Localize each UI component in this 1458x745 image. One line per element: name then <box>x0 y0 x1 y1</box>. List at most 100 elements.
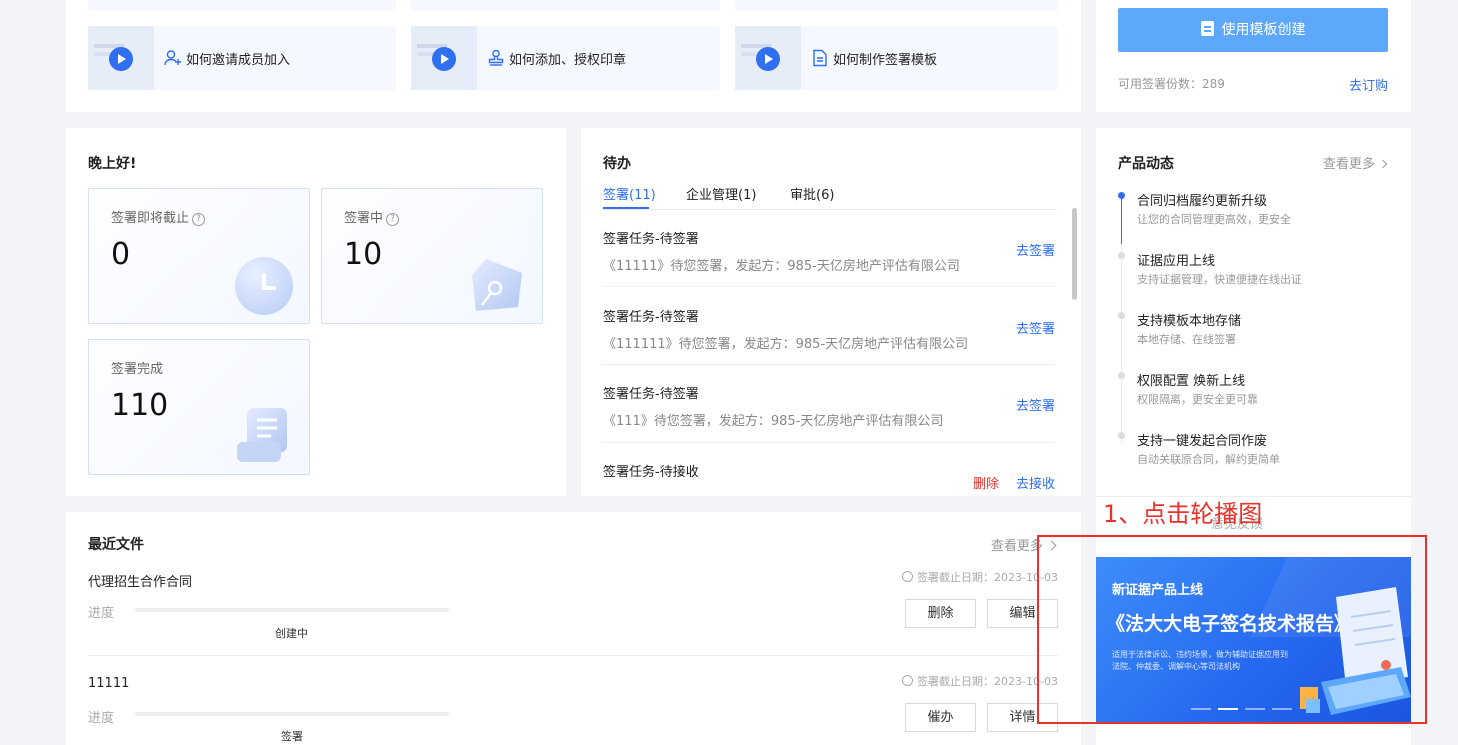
recent-more-label: 查看更多 <box>990 539 1043 554</box>
progress-label: 进度 <box>88 606 115 621</box>
video-label: 如何添加、授权印章 <box>509 53 627 68</box>
todo-item-desc: 《111111》待您签署，发起方：985-天亿房地产评估有限公司 <box>603 337 969 352</box>
use-template-label: 使用模板创建 <box>1221 22 1306 38</box>
stamp-icon <box>488 49 504 66</box>
todo-item-desc: 《11111》待您签署，发起方：985-天亿房地产评估有限公司 <box>603 259 960 274</box>
play-icon[interactable] <box>109 47 133 71</box>
divider <box>603 364 1055 365</box>
clock-icon <box>235 257 293 315</box>
tab-enterprise[interactable]: 企业管理(1) <box>686 184 756 203</box>
news-title: 产品动态 <box>1118 156 1174 172</box>
timeline-line <box>1121 198 1122 244</box>
news-item-desc: 权限隔离，更安全更可靠 <box>1137 393 1258 406</box>
stat-label: 签署即将截止 <box>111 211 190 226</box>
annotation-label: 1、点击轮播图 <box>1103 500 1263 528</box>
news-item-title[interactable]: 权限配置 焕新上线 <box>1137 370 1245 389</box>
news-item-title[interactable]: 支持一键发起合同作废 <box>1137 430 1267 449</box>
progress-bar <box>135 608 449 612</box>
play-icon[interactable] <box>756 47 780 71</box>
tab-label: 签署(11) <box>603 188 656 203</box>
divider <box>603 286 1055 287</box>
todo-item-title: 签署任务-待签署 <box>603 310 699 325</box>
recent-title: 最近文件 <box>88 537 144 553</box>
tabs-divider <box>603 209 1057 210</box>
use-template-button[interactable]: 使用模板创建 <box>1118 8 1388 52</box>
timeline-line <box>1121 244 1122 444</box>
tab-signing[interactable]: 签署(11) <box>603 184 656 203</box>
list-item: 签署任务-待接收 删除 去接收 <box>603 461 1055 492</box>
scrollbar-thumb[interactable] <box>1072 208 1077 300</box>
delete-button[interactable]: 删除 <box>905 599 976 628</box>
help-icon[interactable]: ? <box>192 213 206 226</box>
progress-bar <box>135 712 449 716</box>
video-thumbnail <box>735 26 801 90</box>
list-item: 签署任务-待签署 《111》待您签署，发起方：985-天亿房地产评估有限公司 去… <box>603 383 1055 429</box>
divider <box>88 655 1058 656</box>
timeline-dot <box>1118 312 1125 319</box>
news-item-title[interactable]: 合同归档履约更新升级 <box>1137 190 1267 209</box>
stat-signing[interactable]: 签署中? 10 <box>321 188 543 324</box>
annotation-box <box>1037 535 1427 724</box>
add-user-icon <box>164 50 181 66</box>
divider <box>603 442 1055 443</box>
todo-item-desc: 《111》待您签署，发起方：985-天亿房地产评估有限公司 <box>603 414 944 429</box>
prev-row-remnant <box>88 0 396 10</box>
timeline-dot <box>1118 432 1125 439</box>
stat-label: 签署中 <box>344 211 384 226</box>
help-icon[interactable]: ? <box>386 213 400 226</box>
recent-files-card: 最近文件 查看更多 代理招生合作合同 签署截止日期：2023-10-03 进度 … <box>66 512 1081 745</box>
subscribe-link[interactable]: 去订购 <box>1349 75 1388 94</box>
video-add-stamp[interactable]: 如何添加、授权印章 <box>411 26 720 90</box>
news-item-desc: 让您的合同管理更高效，更安全 <box>1137 213 1291 226</box>
stat-value: 0 <box>111 237 131 272</box>
file-name[interactable]: 代理招生合作合同 <box>88 571 192 590</box>
timeline-dot <box>1118 252 1125 259</box>
urge-button[interactable]: 催办 <box>905 703 976 732</box>
todo-item-title: 签署任务-待签署 <box>603 232 699 247</box>
video-tutorials-card: 如何邀请成员加入 如何添加、授权印章 如何制作签署模板 <box>66 0 1081 112</box>
prev-row-remnant <box>411 0 720 10</box>
go-sign-link[interactable]: 去签署 <box>1016 240 1055 259</box>
go-receive-link[interactable]: 去接收 <box>1016 473 1055 492</box>
video-thumbnail <box>88 26 154 90</box>
progress-label: 进度 <box>88 711 115 726</box>
tab-approval[interactable]: 审批(6) <box>790 184 834 203</box>
timeline-dot <box>1118 372 1125 379</box>
play-icon[interactable] <box>432 47 456 71</box>
greeting-title: 晚上好! <box>88 156 137 172</box>
news-item-desc: 支持证据管理，快速便捷在线出证 <box>1137 273 1302 286</box>
video-label: 如何制作签署模板 <box>833 53 938 68</box>
video-label: 如何邀请成员加入 <box>186 53 291 68</box>
list-item: 签署任务-待签署 《111111》待您签署，发起方：985-天亿房地产评估有限公… <box>603 306 1055 352</box>
chevron-right-icon <box>1378 159 1388 169</box>
stat-deadline-soon[interactable]: 签署即将截止? 0 <box>88 188 310 324</box>
todo-card: 待办 签署(11) 企业管理(1) 审批(6) 签署任务-待签署 《11111》… <box>581 128 1081 496</box>
file-name[interactable]: 11111 <box>88 676 129 691</box>
go-sign-link[interactable]: 去签署 <box>1016 395 1055 414</box>
stat-value: 110 <box>111 388 169 423</box>
news-item-desc: 本地存储、在线签署 <box>1137 333 1236 346</box>
deadline: 签署截止日期：2023-10-03 <box>902 673 1058 689</box>
todo-item-title: 签署任务-待签署 <box>603 387 699 402</box>
template-icon <box>1200 21 1214 36</box>
video-make-template[interactable]: 如何制作签署模板 <box>735 26 1058 90</box>
go-sign-link[interactable]: 去签署 <box>1016 318 1055 337</box>
stat-completed[interactable]: 签署完成 110 <box>88 339 310 475</box>
todo-title: 待办 <box>603 156 631 172</box>
quota-text: 可用签署份数：289 <box>1118 77 1225 91</box>
delete-link[interactable]: 删除 <box>973 473 999 492</box>
file-status: 创建中 <box>275 627 308 640</box>
stat-label: 签署完成 <box>111 362 164 377</box>
video-thumbnail <box>411 26 477 90</box>
deadline: 签署截止日期：2023-10-03 <box>902 569 1058 585</box>
clock-icon <box>902 571 914 582</box>
clock-icon <box>902 675 914 686</box>
pen-icon <box>472 259 522 311</box>
news-more-link[interactable]: 查看更多 <box>1323 153 1388 172</box>
prev-row-remnant <box>735 0 1058 10</box>
stat-value: 10 <box>344 237 383 272</box>
file-status: 签署 <box>281 730 303 743</box>
news-item-title[interactable]: 证据应用上线 <box>1137 250 1215 269</box>
news-item-title[interactable]: 支持模板本地存储 <box>1137 310 1241 329</box>
video-invite-members[interactable]: 如何邀请成员加入 <box>88 26 396 90</box>
